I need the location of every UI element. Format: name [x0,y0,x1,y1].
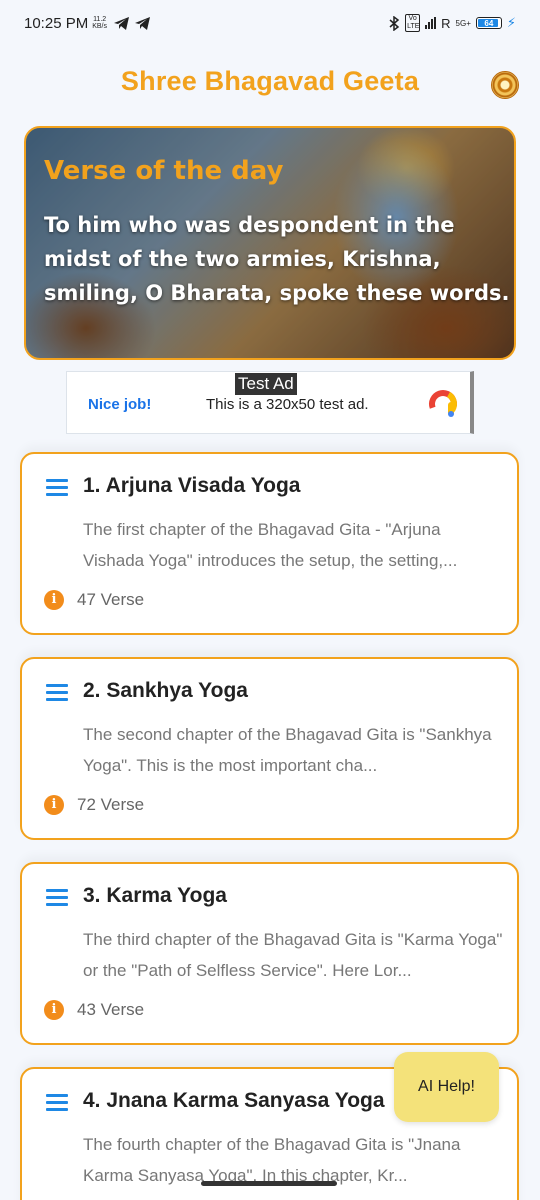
info-icon: i [44,590,64,610]
battery-icon: 64 [475,17,502,29]
status-left: 10:25 PM 11.2 KB/s [24,15,151,32]
chapter-title: 3. Karma Yoga [83,884,227,907]
home-indicator[interactable] [201,1181,337,1186]
chapter-title: 2. Sankhya Yoga [83,679,248,702]
telegram-icon [114,16,130,30]
status-bar: 10:25 PM 11.2 KB/s Vo LTE R 5G+ 64 ⚡ [0,0,540,46]
ad-cta[interactable]: Nice job! [88,396,151,413]
status-right: Vo LTE R 5G+ 64 ⚡ [389,14,516,32]
chakra-logo-icon[interactable] [491,71,519,99]
verse-of-the-day-text: To him who was despondent in the midst o… [44,213,510,305]
chapter-title: 1. Arjuna Visada Yoga [83,474,301,497]
chapter-card[interactable]: 1. Arjuna Visada Yoga The first chapter … [20,452,519,635]
volte-icon: Vo LTE [405,14,421,32]
status-time: 10:25 PM [24,14,89,32]
hamburger-menu-icon [46,479,68,496]
chapter-card[interactable]: 3. Karma Yoga The third chapter of the B… [20,862,519,1045]
roaming-label: R [441,15,451,31]
bluetooth-icon [389,15,400,31]
verse-count: 43 Verse [77,1000,145,1019]
verse-count: 47 Verse [77,590,145,609]
chapter-description: The second chapter of the Bhagavad Gita … [83,725,492,775]
battery-level: 64 [484,18,494,28]
hamburger-menu-icon [46,889,68,906]
network-speed-value: 11.2 [93,16,107,23]
signal-icon [425,17,437,29]
ai-help-button[interactable]: AI Help! [394,1052,499,1122]
chapter-title: 4. Jnana Karma Sanyasa Yoga [83,1089,385,1112]
chapter-description: The first chapter of the Bhagavad Gita -… [83,520,458,570]
network-speed-unit: KB/s [92,23,108,30]
info-icon: i [44,1000,64,1020]
charging-icon: ⚡ [506,15,516,30]
app-title: Shree Bhagavad Geeta [120,66,420,96]
verse-of-the-day-label: Verse of the day [44,156,284,186]
verse-of-the-day-card[interactable]: Verse of the day To him who was desponde… [24,126,516,360]
hamburger-menu-icon [46,1094,68,1111]
chapter-card[interactable]: 2. Sankhya Yoga The second chapter of th… [20,657,519,840]
verse-count: 72 Verse [77,795,145,814]
info-icon: i [44,795,64,815]
ad-logo-icon [429,390,457,418]
network-speed: 11.2 KB/s [92,16,107,30]
ad-text: This is a 320x50 test ad. [206,396,369,413]
test-ad-badge: Test Ad [235,373,297,395]
telegram-icon [135,16,151,30]
hamburger-menu-icon [46,684,68,701]
network-type-label: 5G+ [455,18,471,28]
chapter-description: The third chapter of the Bhagavad Gita i… [83,930,503,980]
